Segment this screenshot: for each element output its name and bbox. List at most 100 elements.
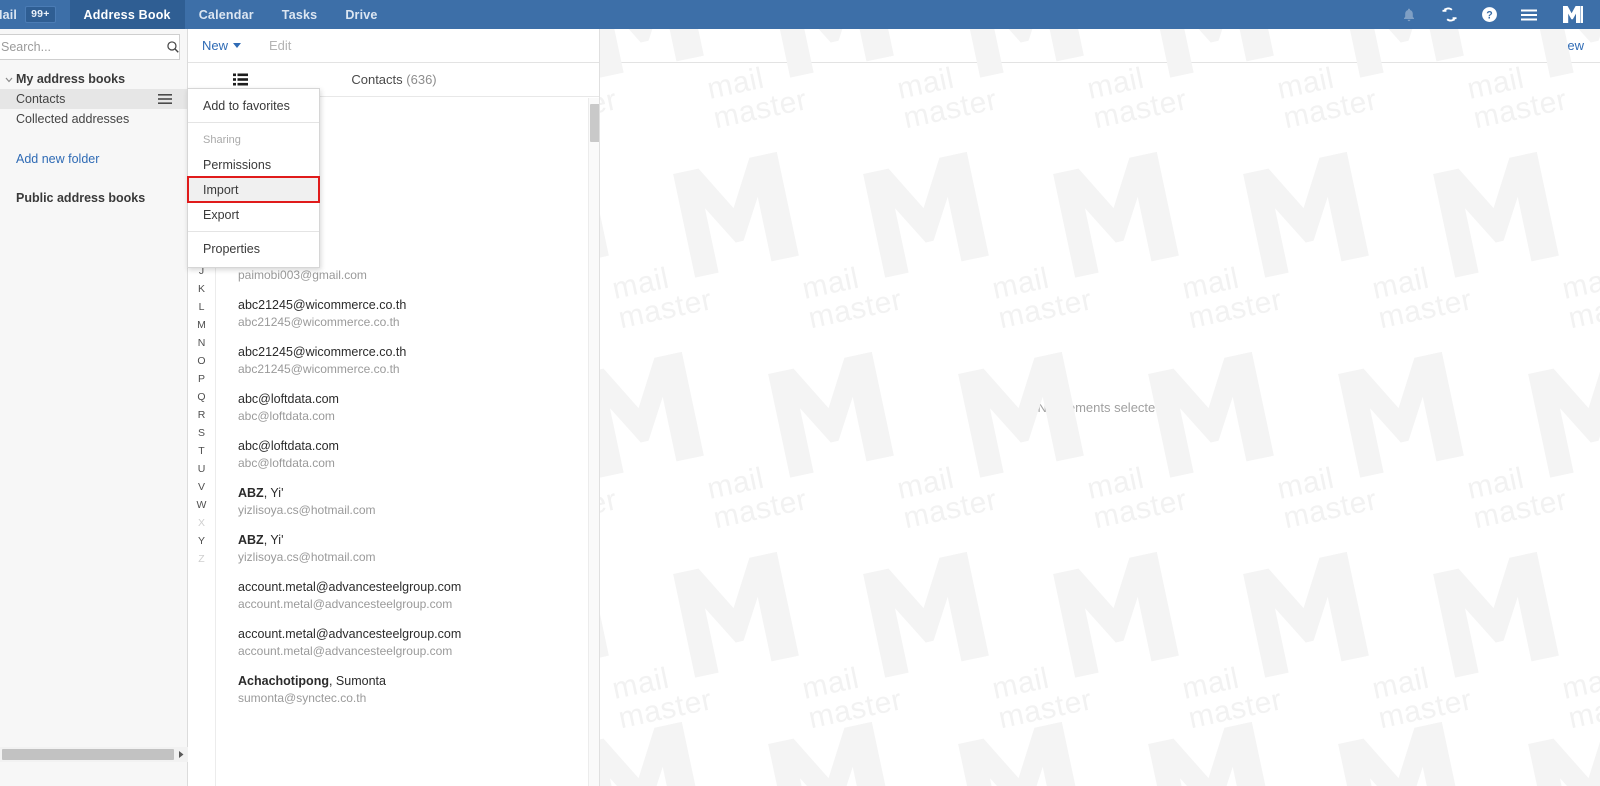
alpha-index-P[interactable]: P: [198, 370, 205, 388]
sidebar-item-collected-addresses[interactable]: Collected addresses: [0, 109, 188, 129]
contact-list-item[interactable]: Achachotipong, Sumonta sumonta@synctec.co…: [216, 666, 600, 713]
tree-group-public-address-books[interactable]: Public address books: [0, 188, 188, 208]
contact-name: Achachotipong, Sumonta: [238, 674, 386, 688]
alpha-index-K[interactable]: K: [198, 280, 205, 298]
sidebar-item-contacts[interactable]: Contacts: [0, 89, 188, 109]
help-icon[interactable]: ?: [1480, 6, 1498, 24]
edit-button-label: Edit: [269, 38, 292, 53]
refresh-icon[interactable]: [1440, 6, 1458, 24]
alpha-index-W[interactable]: W: [197, 496, 207, 514]
contact-name: account.metal@advancesteelgroup.com: [238, 627, 462, 641]
chevron-down-icon: [233, 43, 242, 48]
nav-item-mail[interactable]: Mail 99+: [0, 0, 70, 29]
sidebar-item-label: Contacts: [16, 92, 66, 106]
search-box[interactable]: [0, 34, 180, 60]
contact-list-item[interactable]: abc21245@wicommerce.co.th abc21245@wicomm…: [216, 290, 600, 337]
contact-email: abc@loftdata.com: [238, 456, 335, 470]
list-count: (636): [406, 72, 437, 87]
contact-list-item[interactable]: account.metal@advancesteelgroup.com accou…: [216, 619, 600, 666]
nav-item-address-book[interactable]: Address Book: [69, 0, 185, 29]
alpha-index-M[interactable]: M: [197, 316, 206, 334]
list-view-icon[interactable]: [233, 73, 248, 86]
menu-item-add-to-favorites[interactable]: Add to favorites: [188, 93, 319, 118]
scroll-right-arrow-icon[interactable]: [176, 749, 186, 760]
nav-item-label: Calendar: [198, 7, 254, 22]
menu-item-permissions[interactable]: Permissions: [188, 152, 319, 177]
new-button-label: New: [202, 38, 229, 53]
view-button[interactable]: View: [1556, 38, 1584, 53]
address-book-context-menu[interactable]: Add to favorites Sharing Permissions Import…: [187, 88, 320, 268]
app-root: mail master mail master mail master mail ma…: [0, 0, 1600, 786]
unread-badge: 99+: [25, 6, 56, 23]
alpha-index-T[interactable]: T: [198, 442, 204, 460]
list-title-text: Contacts: [351, 72, 403, 87]
alpha-index-L[interactable]: L: [199, 298, 205, 316]
nav-item-drive[interactable]: Drive: [331, 0, 391, 29]
alpha-index-U[interactable]: U: [198, 460, 206, 478]
contact-name: abc21245@wicommerce.co.th: [238, 298, 407, 312]
contact-name: ABZ, Yi': [238, 486, 284, 500]
edit-button[interactable]: Edit: [269, 38, 291, 53]
sidebar: My address books Contacts Collected addr…: [0, 29, 188, 786]
contact-email: abc@loftdata.com: [238, 409, 335, 423]
list-title: Contacts (636): [188, 72, 600, 87]
address-book-tree: My address books Contacts Collected addr…: [0, 69, 188, 208]
contact-email: paimobi003@gmail.com: [238, 268, 367, 282]
contact-list-item[interactable]: abc@loftdata.com abc@loftdata.com: [216, 431, 600, 478]
nav-item-tasks[interactable]: Tasks: [268, 0, 332, 29]
empty-state-message: No elements selected: [1037, 400, 1163, 415]
contact-name: ABZ, Yi': [238, 533, 284, 547]
nav-item-label: Drive: [345, 7, 378, 22]
contact-name: account.metal@advancesteelgroup.com: [238, 580, 462, 594]
svg-text:?: ?: [1486, 9, 1492, 21]
alpha-index-R[interactable]: R: [198, 406, 206, 424]
tree-group-label: Public address books: [16, 191, 146, 205]
alpha-index-Q[interactable]: Q: [197, 388, 205, 406]
contact-email: abc21245@wicommerce.co.th: [238, 315, 400, 329]
contact-list-item[interactable]: abc21245@wicommerce.co.th abc21245@wicomm…: [216, 337, 600, 384]
nav-item-label: Tasks: [281, 7, 318, 22]
top-nav-items: Mail 99+ Address Book Calendar Tasks Drive: [0, 0, 392, 29]
top-navigation-bar: Mail 99+ Address Book Calendar Tasks Drive ?: [0, 0, 1600, 29]
contact-list-item[interactable]: abc@loftdata.com abc@loftdata.com: [216, 384, 600, 431]
sidebar-item-label: Collected addresses: [16, 112, 130, 126]
chevron-down-icon[interactable]: [4, 75, 13, 84]
nav-item-label: Address Book: [83, 7, 171, 22]
tree-group-my-address-books[interactable]: My address books: [0, 69, 188, 89]
tree-group-label: My address books: [16, 72, 126, 86]
contact-email: yizlisoya.cs@hotmail.com: [238, 503, 376, 517]
hamburger-icon[interactable]: [1520, 6, 1538, 24]
nav-item-calendar[interactable]: Calendar: [185, 0, 268, 29]
alpha-index-O[interactable]: O: [197, 352, 205, 370]
contact-list-item[interactable]: ABZ, Yi' yizlisoya.cs@hotmail.com: [216, 478, 600, 525]
contact-email: account.metal@advancesteelgroup.com: [238, 644, 453, 658]
contact-email: abc21245@wicommerce.co.th: [238, 362, 400, 376]
alpha-index-V[interactable]: V: [198, 478, 205, 496]
search-icon[interactable]: [166, 40, 188, 54]
sidebar-horizontal-scrollbar[interactable]: [0, 747, 188, 762]
alpha-index-S[interactable]: S: [198, 424, 205, 442]
contact-name: abc21245@wicommerce.co.th: [238, 345, 407, 359]
contact-email: yizlisoya.cs@hotmail.com: [238, 550, 376, 564]
alpha-index-N[interactable]: N: [198, 334, 206, 352]
contact-email: sumonta@synctec.co.th: [238, 691, 367, 705]
alpha-index-Y[interactable]: Y: [198, 532, 205, 550]
bell-icon[interactable]: [1400, 6, 1418, 24]
list-toolbar: New Edit: [188, 29, 600, 63]
contact-list-item[interactable]: account.metal@advancesteelgroup.com accou…: [216, 572, 600, 619]
add-new-folder-link[interactable]: Add new folder: [0, 152, 188, 166]
scrollbar-thumb[interactable]: [2, 749, 174, 760]
list-menu-icon[interactable]: [158, 93, 172, 105]
menu-item-properties[interactable]: Properties: [188, 236, 319, 261]
menu-item-export[interactable]: Export: [188, 202, 319, 227]
contact-list-item[interactable]: ABZ, Yi' yizlisoya.cs@hotmail.com: [216, 525, 600, 572]
contact-name: abc@loftdata.com: [238, 439, 339, 453]
app-logo-icon[interactable]: [1560, 4, 1586, 26]
search-input[interactable]: [0, 40, 166, 54]
alpha-index-X: X: [197, 517, 205, 529]
top-bar-actions: ?: [1400, 0, 1600, 29]
menu-item-import[interactable]: Import: [187, 176, 320, 203]
detail-toolbar: View: [600, 29, 1600, 63]
new-button[interactable]: New: [202, 38, 242, 53]
nav-item-label: Mail: [0, 7, 18, 22]
